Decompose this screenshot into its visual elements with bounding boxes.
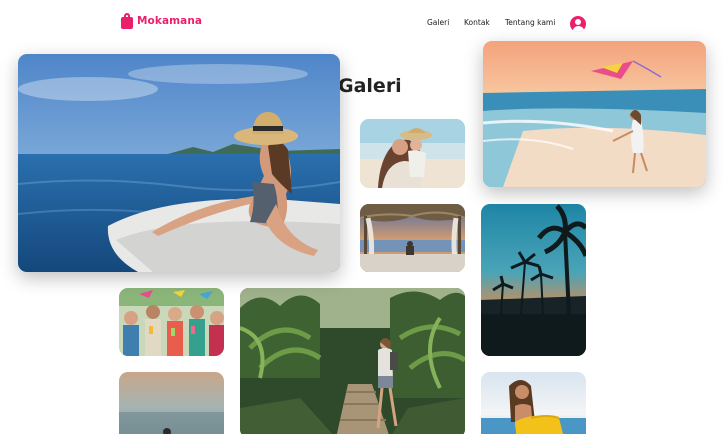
- nav-link-kontak[interactable]: Kontak: [464, 18, 490, 27]
- nav-link-galeri[interactable]: Galeri: [427, 18, 449, 27]
- blurred-beach-photo[interactable]: [119, 372, 224, 434]
- jungle-hiker-photo[interactable]: [240, 288, 465, 434]
- woman-infinity-pool-photo[interactable]: [18, 54, 340, 272]
- yellow-towel-beach-photo[interactable]: [481, 372, 586, 434]
- nav-link-tentang-kami[interactable]: Tentang kami: [505, 18, 555, 27]
- palm-sunset-photo[interactable]: [481, 204, 586, 356]
- shopping-bag-icon: [121, 13, 133, 29]
- girl-kite-beach-photo[interactable]: [483, 41, 706, 187]
- user-avatar-icon[interactable]: [570, 16, 586, 32]
- page-title: Galeri: [338, 75, 402, 97]
- beach-cabana-photo[interactable]: [360, 204, 465, 272]
- brand-name: Mokamana: [137, 15, 203, 27]
- brand-logo[interactable]: Mokamana: [121, 13, 202, 29]
- mother-child-beach-photo[interactable]: [360, 119, 465, 188]
- friends-toast-photo[interactable]: [119, 288, 224, 356]
